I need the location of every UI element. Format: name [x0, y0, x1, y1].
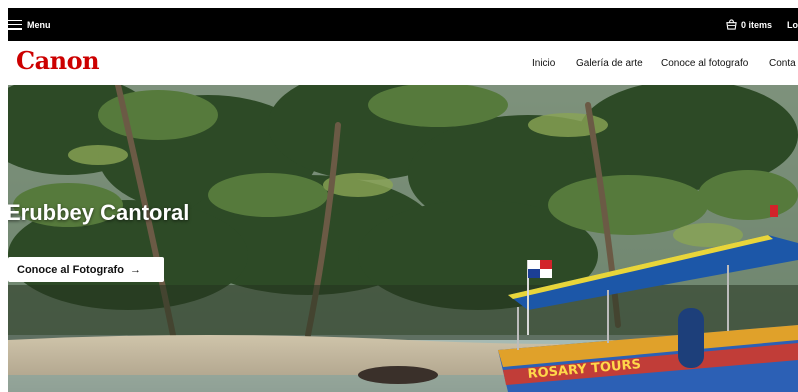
login-label: Lo [787, 19, 798, 30]
page-frame: Menu 0 items Lo Canon Inicio Galería de … [8, 8, 798, 392]
login-link[interactable]: Lo [787, 8, 798, 41]
canon-logo[interactable]: Canon [16, 46, 100, 75]
site-header: Canon Inicio Galería de arte Conoce al f… [8, 41, 798, 85]
cta-label: Conoce al Fotografo [17, 263, 124, 276]
nav-link-contacto[interactable]: Conta [769, 58, 796, 69]
cta-button[interactable]: Conoce al Fotografo → [8, 257, 164, 282]
nav-link-galeria[interactable]: Galería de arte [576, 58, 643, 69]
shopping-bag-icon [726, 19, 737, 30]
nav-item-contacto[interactable]: Conta [769, 41, 796, 85]
nav-item-conoce[interactable]: Conoce al fotografo [661, 41, 748, 85]
cart-label: 0 items [741, 19, 773, 30]
hero-image: ROSARY TOURS [8, 85, 798, 392]
top-bar: Menu 0 items Lo [8, 8, 798, 41]
nav-item-inicio[interactable]: Inicio [532, 41, 555, 85]
nav-link-inicio[interactable]: Inicio [532, 58, 555, 69]
hero-banner: ROSARY TOURS Erubbey Cantoral Conoce al … [8, 85, 798, 392]
hamburger-icon [8, 19, 22, 30]
cart-button[interactable]: 0 items [726, 8, 772, 41]
arrow-right-icon: → [129, 263, 141, 276]
nav-link-conoce[interactable]: Conoce al fotografo [661, 58, 748, 69]
menu-button[interactable]: Menu [8, 8, 51, 41]
nav-item-galeria[interactable]: Galería de arte [576, 41, 643, 85]
menu-label: Menu [27, 19, 51, 30]
hero-title: Erubbey Cantoral [8, 200, 190, 225]
